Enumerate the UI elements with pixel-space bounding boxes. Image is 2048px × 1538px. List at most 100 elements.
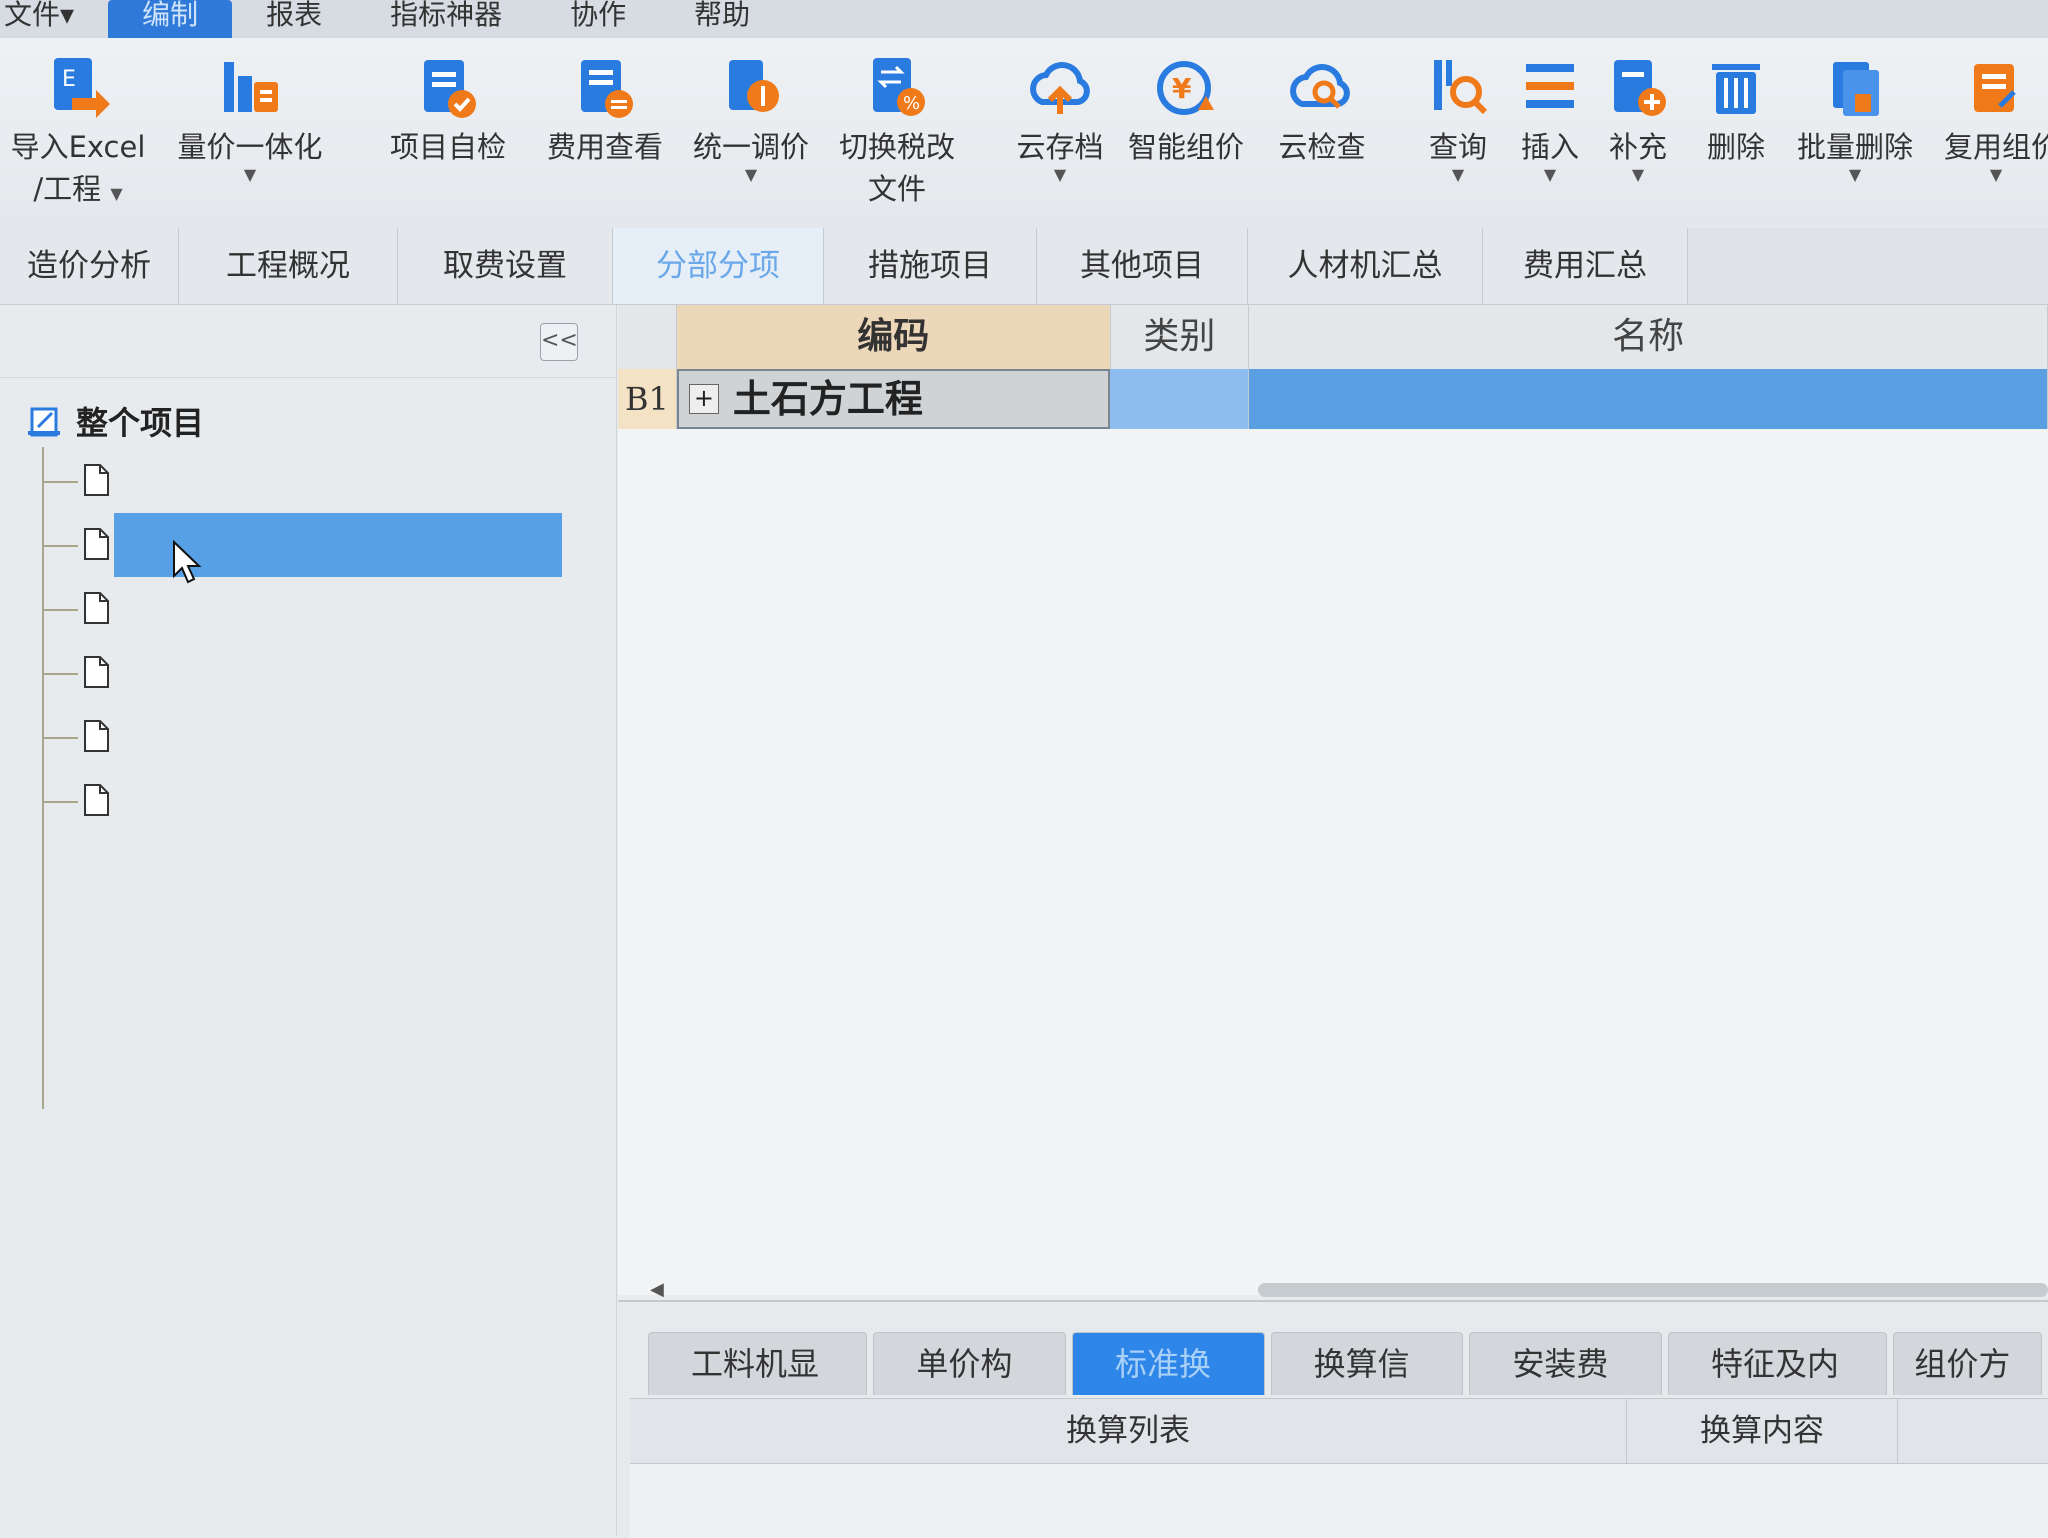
switch-tax-label-1: 切换税改 [838, 130, 955, 164]
import-excel-label-2: /工程 ▼ [33, 172, 123, 206]
tab-cost-analysis[interactable]: 造价分析 [0, 228, 179, 304]
collapse-panel-button[interactable]: << [540, 323, 578, 361]
tree-node[interactable] [42, 449, 562, 513]
project-icon [28, 407, 60, 437]
smart-pricing-button[interactable]: ¥ 智能组价 [1120, 52, 1252, 166]
conversion-content-header: 换算内容 [1627, 1399, 1898, 1463]
horizontal-scrollbar[interactable]: ◀ [628, 1279, 2048, 1300]
switch-tax-button[interactable]: % 切换税改 文件 [830, 52, 964, 208]
grid-header: 编码 类别 名称 [618, 305, 2048, 370]
switch-tax-label-2: 文件 [867, 172, 926, 206]
tree-node-selected[interactable] [42, 513, 562, 577]
batch-delete-label: 批量删除 [1796, 130, 1913, 164]
row-number-header [618, 305, 677, 369]
insert-rows-icon [1526, 64, 1574, 108]
query-label: 查询 [1428, 130, 1487, 164]
detail-panel: 工料机显示 单价构成 标准换算 换算信息 安装费用 特征及内容 组价方案 换算列… [618, 1300, 2048, 1538]
chevron-down-icon: ▼ [243, 165, 257, 184]
tab-installation-cost[interactable]: 安装费用 [1469, 1332, 1663, 1445]
scroll-left-icon[interactable]: ◀ [650, 1279, 664, 1300]
reuse-pricing-label: 复用组价 [1944, 130, 2048, 164]
chevron-down-icon: ▼ [1848, 165, 1862, 184]
chevron-down-icon: ▼ [110, 184, 123, 203]
tree-branch [42, 609, 78, 611]
tab-fee-settings[interactable]: 取费设置 [398, 228, 613, 304]
view-tabs: 造价分析 工程概况 取费设置 分部分项 措施项目 其他项目 人材机汇总 费用汇总 [0, 228, 2048, 305]
tab-other-items[interactable]: 其他项目 [1037, 228, 1248, 304]
supplement-button[interactable]: 补充 ▼ [1598, 52, 1678, 184]
unified-price-button[interactable]: 统一调价 ▼ [684, 52, 818, 184]
import-excel-button[interactable]: E 导入Excel /工程 ▼ [8, 52, 148, 208]
mouse-cursor-icon [173, 540, 202, 584]
tab-cost-summary[interactable]: 费用汇总 [1483, 228, 1688, 304]
document-icon [84, 784, 109, 816]
svg-text:E: E [62, 67, 76, 92]
document-icon [84, 528, 109, 560]
tab-standard-conversion[interactable]: 标准换算 [1072, 1332, 1265, 1445]
supplement-label: 补充 [1608, 130, 1667, 164]
tree-node[interactable] [42, 705, 562, 769]
menu-file[interactable]: 文件▾ [0, 0, 108, 38]
code-cell-text: 土石方工程 [732, 377, 923, 421]
menu-help[interactable]: 帮助 [660, 0, 784, 38]
self-check-button[interactable]: 项目自检 [378, 52, 518, 166]
name-cell[interactable] [1248, 369, 2048, 429]
document-icon [84, 656, 109, 688]
tree-branch [42, 737, 78, 739]
query-button[interactable]: 查询 ▼ [1418, 52, 1498, 184]
chevron-down-icon: ▼ [1631, 165, 1645, 184]
cloud-archive-button[interactable]: 云存档 ▼ [1010, 52, 1110, 184]
project-tree-panel: << 整个项目 [0, 305, 617, 1536]
tab-sub-items[interactable]: 分部分项 [613, 228, 824, 304]
tab-measures[interactable]: 措施项目 [824, 228, 1037, 304]
tree-branch [42, 801, 78, 803]
cost-view-button[interactable]: 费用查看 [538, 52, 672, 166]
tab-labor-material-summary[interactable]: 人材机汇总 [1248, 228, 1483, 304]
type-cell[interactable] [1109, 369, 1249, 429]
tree-node[interactable] [42, 577, 562, 641]
table-row[interactable]: B1 + 土石方工程 [618, 369, 2048, 429]
tab-labor-material-display[interactable]: 工料机显示 [648, 1332, 868, 1445]
menu-reports[interactable]: 报表 [232, 0, 356, 38]
batch-delete-button[interactable]: 批量删除 ▼ [1790, 52, 1920, 184]
excel-import-icon: E [54, 58, 110, 118]
checklist-icon [424, 60, 476, 118]
insert-button[interactable]: 插入 ▼ [1510, 52, 1590, 184]
tab-project-overview[interactable]: 工程概况 [179, 228, 398, 304]
expand-icon[interactable]: + [688, 384, 719, 414]
tab-unit-price-composition[interactable]: 单价构成 [873, 1332, 1066, 1445]
cost-view-label: 费用查看 [546, 130, 663, 164]
trash-icon [1712, 64, 1760, 114]
column-header-code[interactable]: 编码 [676, 305, 1111, 369]
tree-node[interactable] [42, 641, 562, 705]
quantity-price-label: 量价一体化 [177, 130, 323, 164]
conversion-table-header: 换算列表 换算内容 [630, 1398, 2048, 1464]
menu-collaborate[interactable]: 协作 [536, 0, 660, 38]
menu-index-tool[interactable]: 指标神器 [356, 0, 536, 38]
tab-conversion-info[interactable]: 换算信息 [1270, 1332, 1464, 1445]
tree-branch [42, 481, 78, 483]
column-header-name[interactable]: 名称 [1249, 305, 2048, 369]
search-icon [1434, 60, 1488, 115]
menu-edit[interactable]: 编制 [108, 0, 233, 38]
tree-node[interactable] [42, 769, 562, 833]
quantity-price-button[interactable]: 量价一体化 ▼ [170, 52, 330, 184]
chevron-down-icon: ▼ [1053, 165, 1067, 184]
tree-root-node[interactable]: 整个项目 [28, 395, 204, 447]
scrollbar-thumb[interactable] [1258, 1283, 2048, 1297]
smart-pricing-label: 智能组价 [1127, 130, 1244, 164]
tab-features-content[interactable]: 特征及内容 [1668, 1332, 1888, 1445]
tab-pricing-scheme[interactable]: 组价方案 [1893, 1332, 2043, 1445]
column-header-type[interactable]: 类别 [1110, 305, 1250, 369]
cloud-check-button[interactable]: 云检查 [1266, 52, 1378, 166]
row-number: B1 [618, 369, 677, 429]
reuse-pricing-icon [1974, 64, 2016, 112]
self-check-label: 项目自检 [389, 130, 506, 164]
chevron-down-icon: ▼ [744, 165, 758, 184]
reuse-pricing-button[interactable]: 复用组价 ▼ [1944, 52, 2048, 184]
insert-label: 插入 [1520, 130, 1579, 164]
svg-text:¥: ¥ [1172, 72, 1192, 105]
cloud-check-label: 云检查 [1278, 130, 1366, 164]
delete-button[interactable]: 删除 [1694, 52, 1778, 166]
code-cell[interactable]: + 土石方工程 [676, 369, 1110, 429]
